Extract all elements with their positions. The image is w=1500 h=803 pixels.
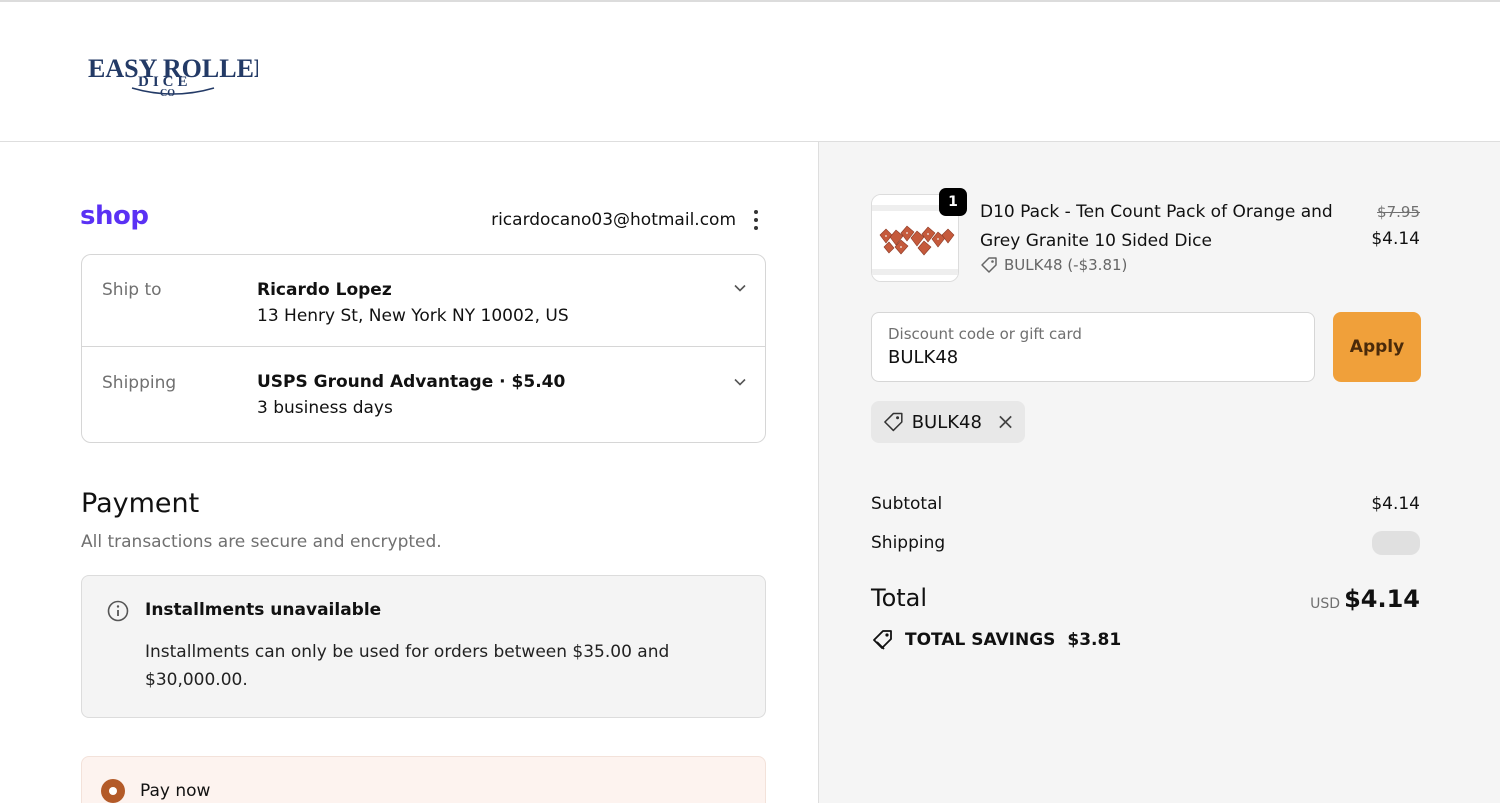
shipping-time: 3 business days (257, 398, 393, 418)
shipping-cost-placeholder (1372, 531, 1420, 555)
shipping-label: Shipping (102, 373, 177, 393)
total-savings-value: $3.81 (1067, 630, 1122, 650)
total-currency: USD (1310, 596, 1340, 612)
ship-to-value: Ricardo Lopez 13 Henry St, New York NY 1… (257, 277, 569, 329)
discount-code-input[interactable]: Discount code or gift card BULK48 (871, 312, 1315, 382)
chevron-down-icon[interactable] (733, 375, 747, 389)
notice-title: Installments unavailable (145, 600, 382, 620)
more-options-icon[interactable] (748, 208, 764, 232)
remove-discount-icon[interactable] (998, 414, 1013, 430)
shop-pay-logo: shop (80, 201, 149, 231)
tag-icon (981, 257, 997, 273)
info-icon (107, 600, 129, 622)
subtotal-value: $4.14 (1371, 494, 1420, 514)
store-logo[interactable]: EASY ROLLER DICE CO (88, 42, 258, 102)
product-name: D10 Pack - Ten Count Pack of Orange and … (980, 202, 1333, 251)
shipping-review-box: Ship to Ricardo Lopez 13 Henry St, New Y… (81, 254, 766, 443)
pay-now-label: Pay now (140, 781, 211, 801)
savings-tag-icon (873, 630, 892, 650)
installments-notice: Installments unavailable Installments ca… (81, 575, 766, 718)
applied-discount-chip: BULK48 (871, 401, 1025, 443)
ship-to-row[interactable]: Ship to Ricardo Lopez 13 Henry St, New Y… (82, 255, 765, 347)
payment-subtitle: All transactions are secure and encrypte… (81, 532, 442, 552)
pay-now-option[interactable]: Pay now (81, 756, 766, 803)
payment-title: Payment (81, 488, 200, 519)
shipping-method: USPS Ground Advantage · $5.40 (257, 372, 566, 392)
total-value: $4.14 (1344, 585, 1420, 613)
store-header: EASY ROLLER DICE CO (0, 0, 1500, 142)
shipping-method-row[interactable]: Shipping USPS Ground Advantage · $5.40 3… (82, 347, 765, 443)
product-discount-text: BULK48 (-$3.81) (1004, 256, 1128, 274)
shipping-value: USPS Ground Advantage · $5.40 3 business… (257, 369, 565, 421)
ship-to-address: 13 Henry St, New York NY 10002, US (257, 306, 569, 326)
summary-shipping-label: Shipping (871, 533, 946, 553)
total-savings-label: TOTAL SAVINGS (905, 630, 1056, 650)
discount-code-value[interactable]: BULK48 (888, 347, 958, 368)
order-summary: 1 D10 Pack - Ten Count Pack of Orange an… (818, 142, 1500, 803)
tag-icon (884, 412, 903, 432)
apply-button[interactable]: Apply (1333, 312, 1421, 382)
product-original-price: $7.95 (1377, 203, 1420, 221)
product-discount: BULK48 (-$3.81) (980, 256, 1127, 274)
applied-discount-code: BULK48 (911, 411, 982, 433)
ship-to-label: Ship to (102, 280, 162, 300)
chevron-down-icon[interactable] (733, 281, 747, 295)
pay-now-radio[interactable] (101, 779, 125, 803)
account-email: ricardocano03@hotmail.com (491, 210, 736, 230)
quantity-badge: 1 (939, 188, 967, 216)
total-savings: TOTAL SAVINGS $3.81 (871, 628, 1121, 652)
discount-code-label: Discount code or gift card (888, 325, 1082, 343)
total-label: Total (871, 584, 928, 612)
subtotal-label: Subtotal (871, 494, 943, 514)
product-price: $4.14 (1371, 229, 1420, 249)
ship-to-name: Ricardo Lopez (257, 280, 392, 300)
checkout-main: shop ricardocano03@hotmail.com Ship to R… (0, 142, 818, 803)
notice-text: Installments can only be used for orders… (145, 642, 670, 690)
